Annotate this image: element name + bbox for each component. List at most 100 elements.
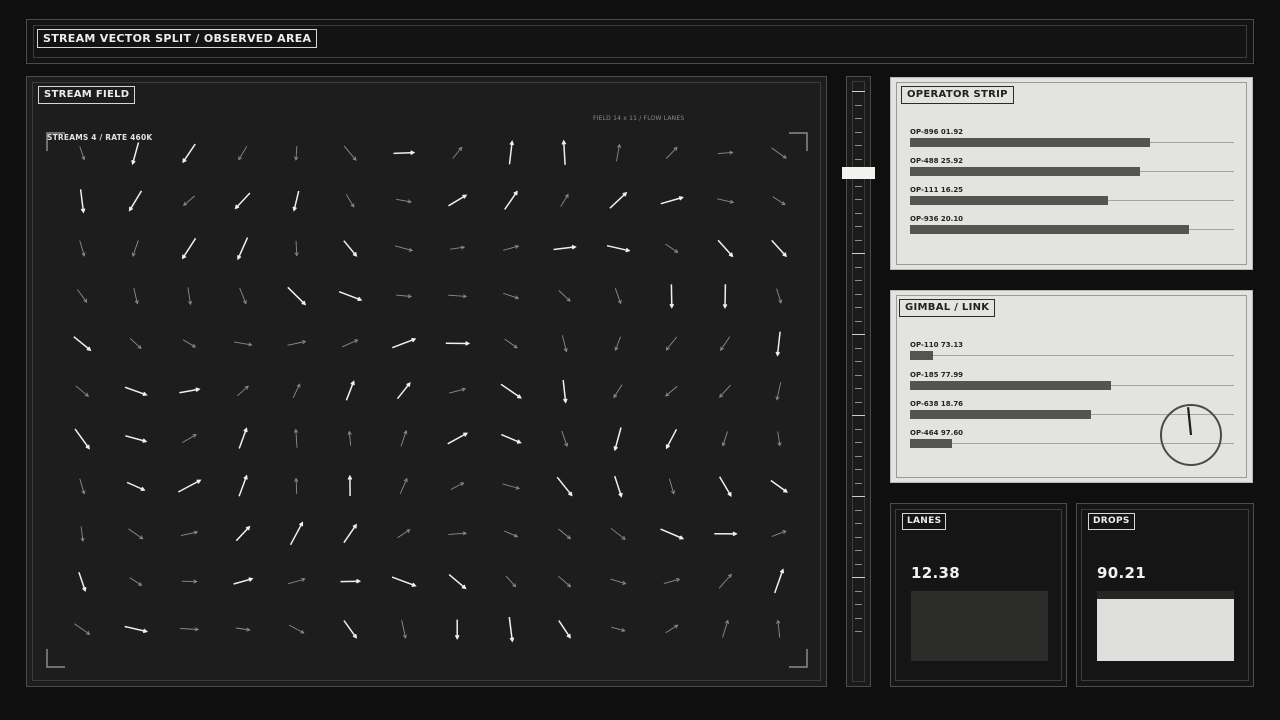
slider-major-tick: [852, 415, 865, 416]
vector-arrow: [771, 147, 787, 159]
vector-arrow: [777, 431, 782, 447]
slider-major-tick: [852, 334, 865, 335]
vector-arrow: [396, 294, 413, 299]
vector-arrow: [343, 523, 358, 544]
slider-major-tick: [852, 91, 865, 92]
vector-arrow: [775, 382, 782, 401]
page-title: STREAM VECTOR SPLIT / OBSERVED AREA: [37, 29, 318, 48]
vector-arrow: [500, 383, 522, 399]
slider-minor-tick: [855, 563, 862, 565]
slider-minor-tick: [855, 455, 862, 457]
vector-arrow: [287, 340, 307, 346]
vector-arrow: [504, 190, 518, 210]
slider-minor-tick: [855, 104, 862, 106]
slider-minor-tick: [855, 158, 862, 160]
vector-arrow: [610, 527, 626, 540]
vector-arrow: [126, 481, 146, 492]
vector-arrow: [292, 383, 301, 398]
vector-arrow: [558, 620, 571, 639]
vector-arrow: [238, 146, 248, 161]
vector-arrow: [556, 476, 573, 497]
slider-major-tick: [852, 577, 865, 578]
vector-arrow: [177, 479, 202, 493]
dial-needle: [1187, 407, 1193, 436]
slider-minor-tick: [855, 604, 862, 605]
vector-arrow: [771, 239, 787, 258]
bar-fill: [910, 196, 1108, 205]
drops-title: DROPS: [1088, 513, 1135, 530]
slider-minor-tick: [855, 212, 862, 214]
vector-arrow: [454, 619, 460, 640]
vector-arrow: [347, 430, 352, 446]
vector-arrow: [74, 623, 91, 635]
vector-arrow: [396, 198, 412, 204]
vector-arrow: [79, 240, 86, 257]
slider-minor-tick: [855, 428, 862, 430]
vector-arrow: [347, 474, 353, 497]
vector-arrow: [180, 627, 200, 632]
depth-slider[interactable]: [842, 76, 875, 687]
drops-level-box: [1097, 591, 1234, 661]
vector-arrow: [77, 289, 88, 303]
slider-minor-tick: [855, 239, 862, 241]
vector-arrow: [504, 530, 519, 538]
gimbal-dial[interactable]: [1159, 403, 1223, 467]
stream-field-panel: STREAM FIELD FIELD 14 x 11 / FLOW LANES …: [26, 76, 827, 687]
vector-arrow: [342, 339, 359, 348]
vector-arrow: [775, 331, 781, 357]
vector-arrow: [401, 620, 407, 639]
vector-arrow: [558, 528, 572, 540]
operator-strip-title: OPERATOR STRIP: [901, 86, 1014, 104]
vector-arrow: [235, 525, 251, 542]
vector-arrow: [235, 627, 251, 632]
vector-arrow: [233, 341, 253, 347]
operator-row: OP-896 01.92: [910, 128, 1234, 148]
vector-arrow: [450, 482, 465, 490]
operator-row-label: OP-896 01.92: [910, 128, 964, 136]
slider-minor-tick: [855, 320, 862, 322]
vector-arrow: [501, 433, 522, 444]
vector-arrow: [181, 237, 197, 260]
vector-arrow: [445, 341, 471, 346]
vector-arrow: [718, 476, 732, 497]
vector-arrow: [503, 292, 520, 300]
bar-fill: [910, 439, 953, 448]
vector-arrow: [606, 244, 631, 253]
slider-minor-tick: [855, 226, 862, 227]
vector-arrow: [129, 338, 142, 350]
slider-minor-tick: [855, 280, 862, 281]
vector-arrow: [718, 573, 732, 589]
vector-arrow: [613, 384, 623, 399]
vector-arrow: [79, 189, 86, 214]
vector-arrow: [613, 475, 623, 498]
slider-minor-tick: [855, 550, 862, 551]
vector-arrow: [338, 290, 363, 302]
slider-handle[interactable]: [842, 167, 875, 180]
vector-arrow: [561, 139, 567, 165]
vector-arrow: [293, 145, 299, 161]
bar-fill: [910, 167, 1141, 176]
vector-arrow: [293, 428, 299, 448]
slider-minor-tick: [855, 266, 862, 268]
vector-arrow: [770, 479, 788, 493]
slider-minor-tick: [855, 388, 862, 389]
vector-arrow: [660, 528, 685, 540]
vector-arrow: [776, 288, 783, 304]
slider-minor-tick: [855, 131, 862, 133]
operator-row-label: OP-111 16.25: [910, 186, 964, 194]
vector-arrow: [237, 237, 249, 261]
bar-fill: [910, 138, 1150, 147]
vector-arrow: [719, 384, 732, 398]
slider-minor-tick: [855, 307, 862, 308]
vector-arrow: [238, 474, 248, 497]
vector-arrow: [562, 379, 568, 404]
vector-arrow: [508, 616, 515, 643]
vector-arrow: [450, 245, 466, 250]
vector-arrow: [345, 380, 355, 401]
vector-arrow: [609, 191, 628, 209]
vector-field-plot[interactable]: [27, 77, 826, 686]
vector-arrow: [181, 530, 199, 537]
vector-arrow: [294, 477, 299, 494]
vector-arrow: [714, 531, 738, 537]
gimbal-row: OP-185 77.99: [910, 371, 1234, 391]
